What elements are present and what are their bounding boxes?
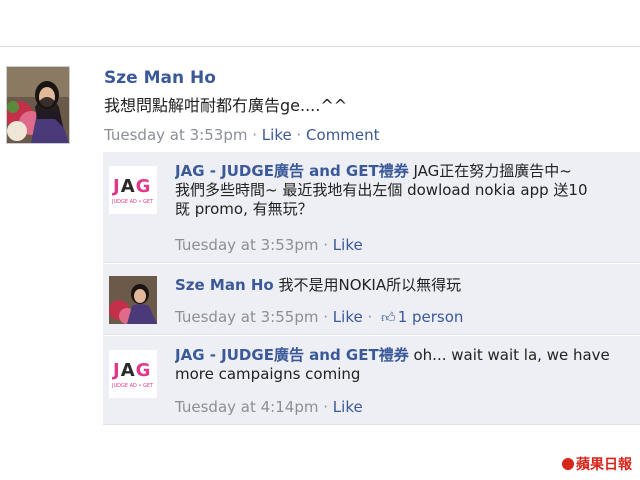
- avatar-sze-man-ho[interactable]: [6, 66, 70, 144]
- comment-text-line: JAG正在努力搵廣告中~: [413, 162, 572, 180]
- post-time[interactable]: Tuesday at 3:53pm: [104, 126, 247, 144]
- comment-body: Sze Man Ho 我不是用NOKIA所以無得玩: [175, 276, 640, 295]
- comment-meta: Tuesday at 4:14pm · Like: [175, 398, 363, 416]
- comment-body: JAG - JUDGE廣告 and GET禮券 oh... wait wait …: [175, 346, 640, 384]
- comment-like-link[interactable]: Like: [333, 308, 363, 326]
- comment-time[interactable]: Tuesday at 3:53pm: [175, 236, 318, 254]
- apple-daily-logo-icon: [562, 458, 574, 470]
- comment-author[interactable]: JAG - JUDGE廣告 and GET禮券: [175, 346, 409, 364]
- comment-time[interactable]: Tuesday at 4:14pm: [175, 398, 318, 416]
- jag-logo-g: G: [135, 176, 152, 197]
- comment-like-link[interactable]: Like: [333, 236, 363, 254]
- watermark-text: 蘋果日報: [576, 457, 632, 473]
- comments-list: JAG JUDGE AD • GET JAG - JUDGE廣告 and GET…: [103, 152, 640, 425]
- comment-meta: Tuesday at 3:53pm · Like: [175, 236, 363, 254]
- avatar-photo: [109, 276, 157, 324]
- comment-text-line: oh... wait wait la, we have: [413, 346, 610, 364]
- avatar-photo: [7, 67, 69, 143]
- meta-separator: ·: [323, 236, 329, 254]
- comment-text-line: more campaigns coming: [175, 365, 361, 383]
- meta-separator: ·: [323, 398, 329, 416]
- comment-text-line: 我不是用NOKIA所以無得玩: [278, 276, 462, 294]
- comment-text-line: 既 promo, 有無玩？: [175, 200, 313, 218]
- meta-separator: ·: [252, 126, 258, 144]
- post-author[interactable]: Sze Man Ho: [104, 68, 216, 88]
- jag-logo-j: J: [113, 176, 121, 197]
- post-text: 我想問點解咁耐都冇廣告ge....^^: [104, 96, 348, 115]
- post-like-link[interactable]: Like: [262, 126, 292, 144]
- meta-separator: ·: [296, 126, 302, 144]
- thumbs-up-icon: 👍︎: [381, 310, 396, 326]
- avatar-jag[interactable]: JAG JUDGE AD • GET: [109, 350, 157, 398]
- post-meta: Tuesday at 3:53pm · Like · Comment: [104, 126, 380, 144]
- jag-logo-a: A: [120, 360, 136, 381]
- post-comment-link[interactable]: Comment: [306, 126, 380, 144]
- comment-item: Sze Man Ho 我不是用NOKIA所以無得玩 Tuesday at 3:5…: [103, 264, 640, 335]
- meta-separator: ·: [367, 308, 373, 326]
- jag-logo-j: J: [113, 360, 121, 381]
- comment-item: JAG JUDGE AD • GET JAG - JUDGE廣告 and GET…: [103, 336, 640, 425]
- jag-logo: JAG: [113, 176, 151, 197]
- comment-item: JAG JUDGE AD • GET JAG - JUDGE廣告 and GET…: [103, 152, 640, 263]
- jag-logo-tagline: JUDGE AD • GET: [112, 383, 154, 389]
- comment-meta: Tuesday at 3:55pm · Like · 👍︎ 1 person: [175, 308, 463, 326]
- comment-time[interactable]: Tuesday at 3:55pm: [175, 308, 318, 326]
- meta-separator: ·: [323, 308, 329, 326]
- jag-logo: JAG: [113, 360, 151, 381]
- jag-logo-g: G: [135, 360, 152, 381]
- comment-author[interactable]: JAG - JUDGE廣告 and GET禮券: [175, 162, 409, 180]
- comment-body: JAG - JUDGE廣告 and GET禮券 JAG正在努力搵廣告中~ 我們多…: [175, 162, 640, 219]
- comment-text-line: 我們多些時間~ 最近我地有出左個 dowload nokia app 送10: [175, 181, 588, 199]
- likes-count-link[interactable]: 1 person: [398, 308, 464, 326]
- jag-logo-a: A: [120, 176, 136, 197]
- avatar-jag[interactable]: JAG JUDGE AD • GET: [109, 166, 157, 214]
- comment-like-link[interactable]: Like: [333, 398, 363, 416]
- avatar-sze-man-ho-small[interactable]: [109, 276, 157, 324]
- comment-author[interactable]: Sze Man Ho: [175, 276, 274, 294]
- watermark-logo: 蘋果日報: [562, 454, 632, 474]
- top-divider: [0, 46, 640, 47]
- jag-logo-tagline: JUDGE AD • GET: [112, 199, 154, 205]
